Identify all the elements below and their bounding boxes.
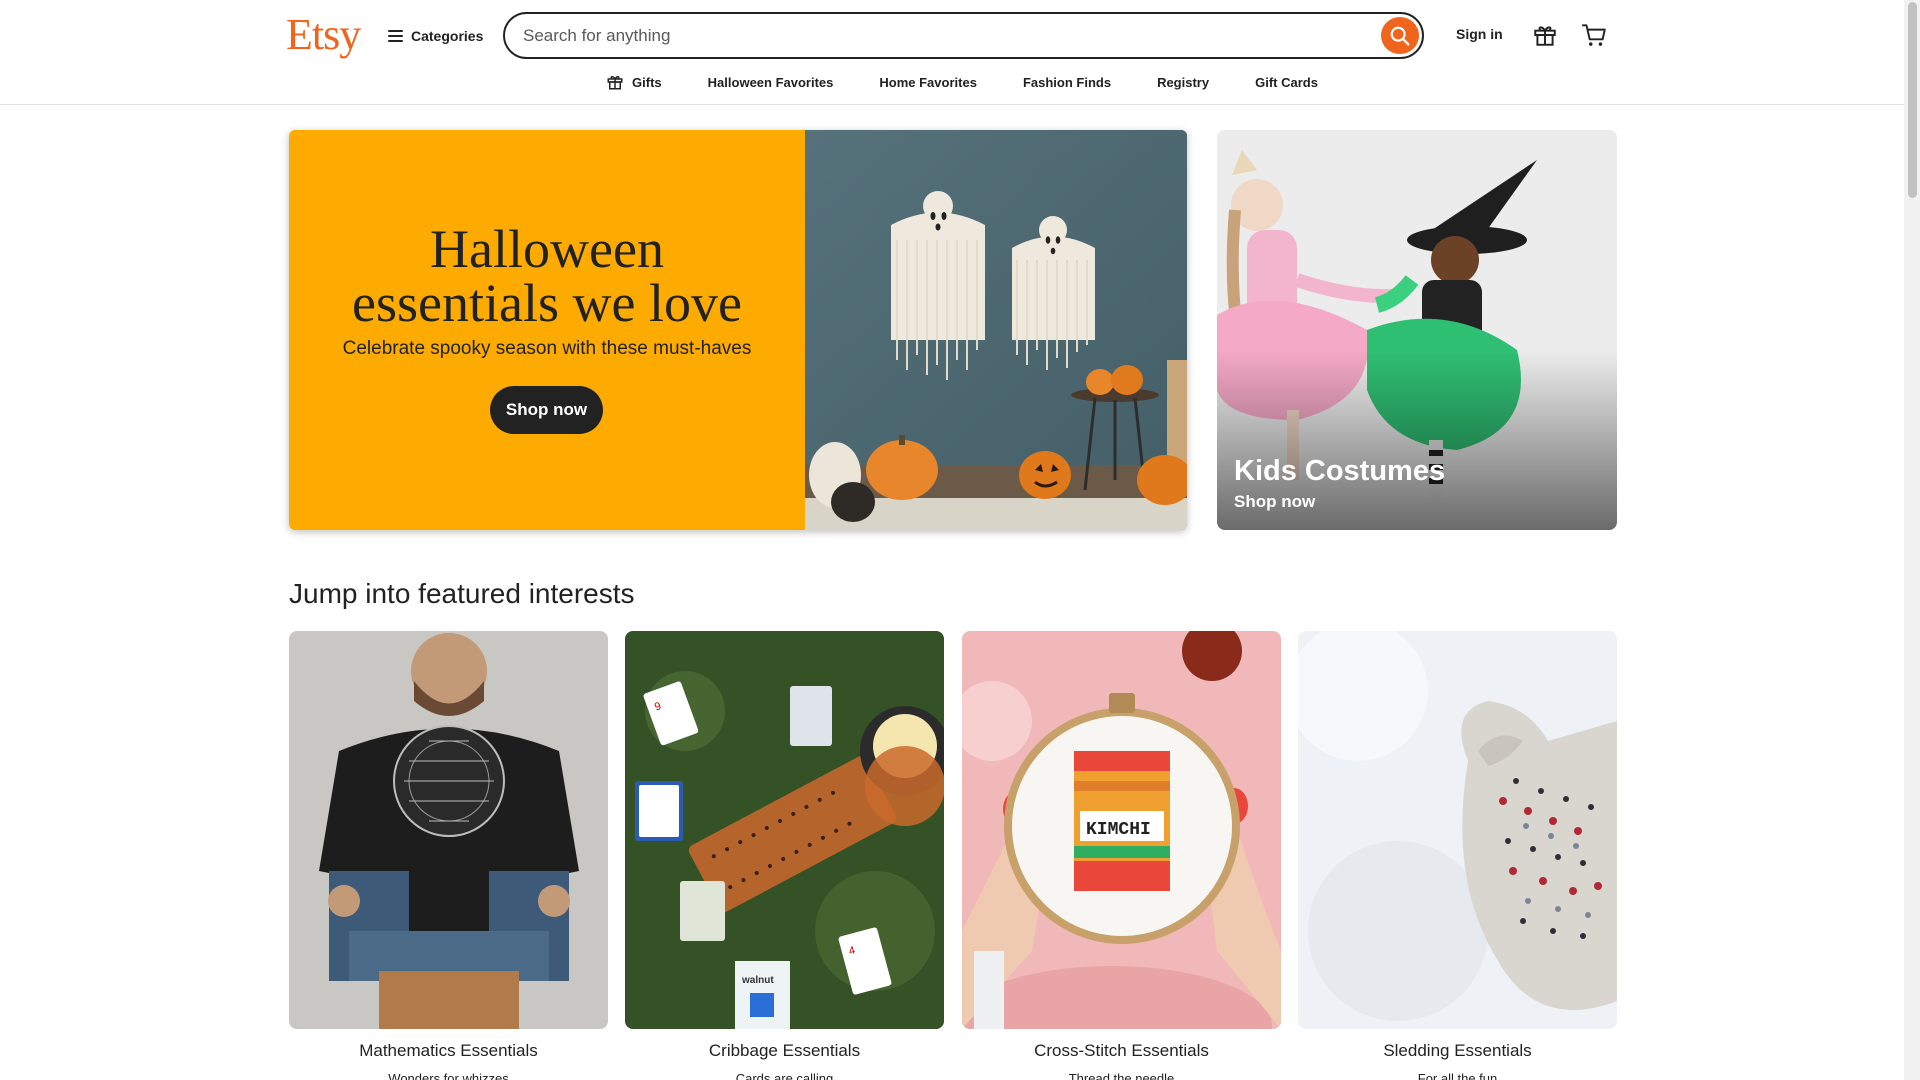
page-scrollbar[interactable] [1904,0,1920,1080]
card-cribbage-essentials[interactable]: 9 4 walnut Cribbage Essentials Cards are… [625,631,944,1080]
hamburger-icon [388,30,403,42]
card-title: Cross-Stitch Essentials [1034,1041,1209,1060]
nav-item-gift-cards[interactable]: Gift Cards [1255,70,1318,94]
hero-image[interactable] [805,130,1187,530]
nav-item-halloween-favorites[interactable]: Halloween Favorites [708,70,834,94]
nav-item-gifts[interactable]: Gifts [606,70,662,94]
kimchi-stitch-text: KIMCHI [1086,820,1151,840]
kids-costumes-title: Kids Costumes [1234,455,1446,487]
hero-subtitle: Celebrate spooky season with these must-… [342,338,752,359]
cart-icon[interactable] [1580,22,1608,48]
cross-stitch-hoop-image: KIMCHI [962,631,1281,1029]
search-icon [1390,26,1410,45]
hero-text-panel: Halloween essentials we love Celebrate s… [289,130,805,530]
card-image: KIMCHI [962,631,1281,1029]
categories-button[interactable]: Categories [388,22,483,50]
kids-costumes-promo[interactable]: Kids Costumes Shop now [1217,130,1617,530]
gift-icon[interactable] [1532,22,1558,48]
hero-title-line-2: essentials we love [352,273,742,333]
nav-item-label: Gifts [632,74,662,90]
featured-interests-cards: Mathematics Essentials Wonders for whizz… [289,631,1617,1080]
halloween-decor-image [805,130,1187,530]
card-subtitle: Thread the needle [1068,1071,1175,1080]
card-sledding-essentials[interactable]: Sledding Essentials For all the fun [1298,631,1617,1080]
nav-item-home-favorites[interactable]: Home Favorites [879,70,977,94]
card-subtitle: Cards are calling [735,1071,834,1080]
sign-in-link[interactable]: Sign in [1456,26,1503,42]
search-button[interactable] [1381,17,1419,54]
card-image [1298,631,1617,1029]
walnut-label-text: walnut [741,975,774,986]
site-header: Etsy Categories Sign in [0,0,1904,105]
card-title: Mathematics Essentials [359,1041,538,1060]
search-bar [503,12,1424,59]
card-subtitle: Wonders for whizzes [388,1071,509,1080]
card-image: 9 4 walnut [625,631,944,1029]
nav-item-fashion-finds[interactable]: Fashion Finds [1023,70,1111,94]
hero-banner: Halloween essentials we love Celebrate s… [289,130,1187,530]
kids-costumes-shop-now[interactable]: Shop now [1234,492,1315,512]
hero-shop-now-button[interactable]: Shop now [490,386,603,434]
card-mathematics-essentials[interactable]: Mathematics Essentials Wonders for whizz… [289,631,608,1080]
mitten-in-snow-image [1298,631,1617,1029]
card-subtitle: For all the fun [1417,1071,1498,1080]
featured-interests-heading: Jump into featured interests [289,578,635,609]
nav-item-registry[interactable]: Registry [1157,70,1209,94]
etsy-logo[interactable]: Etsy [286,10,361,60]
categories-label: Categories [411,28,484,44]
card-title: Cribbage Essentials [708,1041,861,1060]
card-cross-stitch-essentials[interactable]: KIMCHI Cross-Stitch Essentials Thread th… [962,631,1281,1080]
search-input[interactable] [523,22,1343,49]
top-nav: Gifts Halloween Favorites Home Favorites… [0,70,1904,94]
gift-icon [607,76,623,90]
math-tshirt-image [289,631,608,1029]
hero-title: Halloween essentials we love [289,222,805,330]
card-title: Sledding Essentials [1383,1041,1532,1060]
card-image [289,631,608,1029]
cribbage-board-image: 9 4 walnut [625,631,944,1029]
scrollbar-thumb[interactable] [1908,2,1917,198]
hero-title-line-1: Halloween [430,219,664,279]
